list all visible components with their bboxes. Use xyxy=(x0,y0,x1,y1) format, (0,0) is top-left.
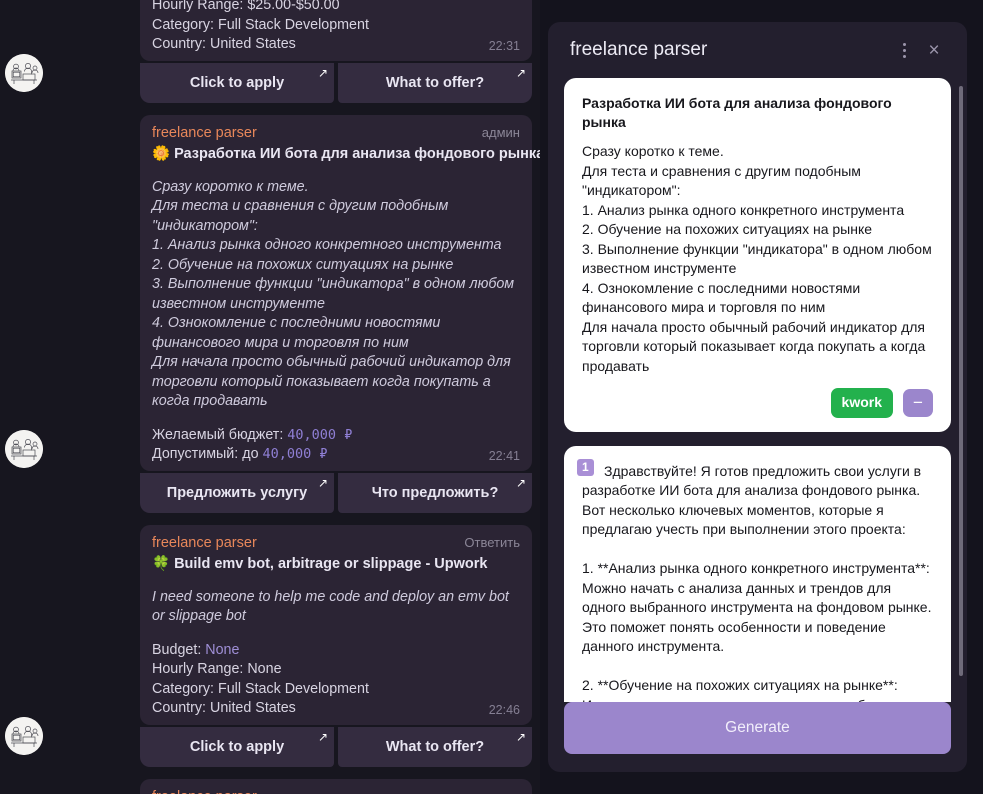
message-bubble[interactable]: freelance parser Ответить 🍀 Build emv bot… xyxy=(140,524,532,725)
close-glyph: × xyxy=(928,39,940,61)
message-group: freelance parser Ответить 🍀 Build emv bot… xyxy=(0,524,532,767)
budget-label: Budget: xyxy=(152,641,202,658)
message-fields: Budget: None Hourly Range: None Category… xyxy=(152,641,520,719)
allowed-value: 40,000 ₽ xyxy=(262,446,328,462)
button-label: Что предложить? xyxy=(371,484,499,501)
kwork-source-badge[interactable]: kwork xyxy=(830,388,893,418)
panel-body[interactable]: Разработка ИИ бота для анализа фондового… xyxy=(548,78,967,702)
field-allowed-budget: Допустимый: до 40,000 ₽ xyxy=(152,445,520,465)
task-card-heading: Разработка ИИ бота для анализа фондового… xyxy=(582,95,892,130)
avatar xyxy=(5,716,43,755)
avatar-illustration-icon xyxy=(5,54,43,92)
panel-header: freelance parser × xyxy=(548,22,967,78)
panel-scrollbar[interactable] xyxy=(959,86,963,676)
response-card[interactable]: 1 Здравствуйте! Я готов предложить свои … xyxy=(564,445,951,703)
offer-service-button[interactable]: Предложить услугу ↗ xyxy=(140,472,334,513)
click-to-apply-button[interactable]: Click to apply ↗ xyxy=(140,726,334,767)
message-bubble[interactable]: freelance parser админ 🍀Odoo Full stack … xyxy=(140,778,532,794)
avatar xyxy=(5,54,43,92)
button-label: Click to apply xyxy=(189,738,285,755)
message-group: freelance parser админ 🍀Odoo Full stack … xyxy=(0,778,532,794)
field-hourly-range: Hourly Range: None xyxy=(152,661,282,677)
message-header: freelance parser админ xyxy=(152,123,520,143)
button-label: What to offer? xyxy=(385,74,485,91)
field-desired-budget: Желаемый бюджет: 40,000 ₽ xyxy=(152,426,520,446)
field-hourly-range: Hourly Range: $25.00-$50.00 xyxy=(152,0,340,13)
external-link-icon: ↗ xyxy=(317,729,328,744)
message-meta: админ xyxy=(481,124,520,140)
message-header: freelance parser админ xyxy=(152,787,520,794)
task-card-actions: kwork − xyxy=(582,388,933,418)
kebab-dots xyxy=(902,42,906,58)
budget-value: None xyxy=(205,641,240,658)
remove-button[interactable]: − xyxy=(903,388,933,417)
message-body: I need someone to help me code and deplo… xyxy=(152,588,513,625)
button-label: Предложить услугу xyxy=(166,484,308,501)
message-time: 22:41 xyxy=(488,448,520,463)
message-sender[interactable]: freelance parser xyxy=(152,124,257,143)
what-to-offer-button[interactable]: What to offer? ↗ xyxy=(338,62,532,103)
avatar xyxy=(5,429,43,468)
message-group: Hourly Range: $25.00-$50.00 Category: Fu… xyxy=(0,0,532,103)
message-fields: Hourly Range: $25.00-$50.00 Category: Fu… xyxy=(152,0,520,55)
clover-emoji-icon: 🍀 xyxy=(152,555,171,572)
what-to-offer-button[interactable]: Что предложить? ↗ xyxy=(338,472,532,513)
allowed-label: Допустимый: до xyxy=(152,446,259,462)
panel-container: freelance parser × Разработка ИИ бота дл… xyxy=(548,22,967,772)
response-index-badge: 1 xyxy=(577,458,594,476)
avatar-illustration-icon xyxy=(5,429,43,468)
message-time: 22:46 xyxy=(488,702,520,717)
message-title-text: Разработка ИИ бота для анализа фондового… xyxy=(174,145,540,162)
side-panel: freelance parser × Разработка ИИ бота дл… xyxy=(540,0,983,794)
message-body: Сразу коротко к теме. Для теста и сравне… xyxy=(152,178,515,410)
external-link-icon: ↗ xyxy=(317,475,328,490)
message-title: 🌼 Разработка ИИ бота для анализа фондовог… xyxy=(152,144,540,164)
response-card-text: Здравствуйте! Я готов предложить свои ус… xyxy=(582,462,932,703)
external-link-icon: ↗ xyxy=(515,729,526,744)
message-title-text: Build emv bot, arbitrage or slippage - U… xyxy=(174,555,488,572)
message-meta: админ xyxy=(482,787,520,794)
panel-footer: Generate xyxy=(548,702,967,772)
app-root: Hourly Range: $25.00-$50.00 Category: Fu… xyxy=(0,0,983,794)
field-country: Country: United States xyxy=(152,36,296,52)
reply-link[interactable]: Ответить xyxy=(464,533,520,552)
message-bubble[interactable]: freelance parser админ 🌼 Разработка ИИ бо… xyxy=(140,114,540,471)
message-sender[interactable]: freelance parser xyxy=(152,788,257,794)
message-group: freelance parser админ 🌼 Разработка ИИ бо… xyxy=(0,114,540,513)
message-action-row: Предложить услугу ↗ Что предложить? ↗ xyxy=(140,472,532,513)
avatar-illustration-icon xyxy=(5,716,43,755)
field-category: Category: Full Stack Development xyxy=(152,16,369,33)
external-link-icon: ↗ xyxy=(515,65,526,80)
click-to-apply-button[interactable]: Click to apply ↗ xyxy=(140,62,334,103)
field-budget: Budget: None xyxy=(152,641,520,661)
message-bubble[interactable]: Hourly Range: $25.00-$50.00 Category: Fu… xyxy=(140,0,532,61)
chat-scroll-container: Hourly Range: $25.00-$50.00 Category: Fu… xyxy=(0,0,540,794)
message-action-row: Click to apply ↗ What to offer? ↗ xyxy=(140,62,532,103)
what-to-offer-button[interactable]: What to offer? ↗ xyxy=(338,726,532,767)
generate-button[interactable]: Generate xyxy=(564,702,951,754)
message-header: freelance parser Ответить xyxy=(152,533,520,553)
field-country: Country: United States xyxy=(152,700,296,716)
panel-title: freelance parser xyxy=(570,39,708,60)
message-action-row: Click to apply ↗ What to offer? ↗ xyxy=(140,726,532,767)
message-title: 🍀 Build emv bot, arbitrage or slippage - … xyxy=(152,554,520,574)
external-link-icon: ↗ xyxy=(317,65,328,80)
button-label: What to offer? xyxy=(385,738,485,755)
task-card[interactable]: Разработка ИИ бота для анализа фондового… xyxy=(564,78,951,432)
external-link-icon: ↗ xyxy=(515,475,526,490)
message-sender[interactable]: freelance parser xyxy=(152,534,257,553)
message-time: 22:31 xyxy=(488,38,520,53)
flower-emoji-icon: 🌼 xyxy=(152,145,171,162)
field-category: Category: Full Stack Development xyxy=(152,680,369,697)
budget-label: Желаемый бюджет: xyxy=(152,426,284,443)
button-label: Click to apply xyxy=(189,74,285,91)
task-card-text: Сразу коротко к теме. Для теста и сравне… xyxy=(582,143,932,374)
chat-message-list[interactable]: Hourly Range: $25.00-$50.00 Category: Fu… xyxy=(0,0,540,794)
close-icon[interactable]: × xyxy=(919,35,949,65)
kebab-menu-icon[interactable] xyxy=(889,35,919,65)
message-budget: Желаемый бюджет: 40,000 ₽ Допустимый: до… xyxy=(152,426,520,465)
budget-value: 40,000 ₽ xyxy=(287,426,353,443)
